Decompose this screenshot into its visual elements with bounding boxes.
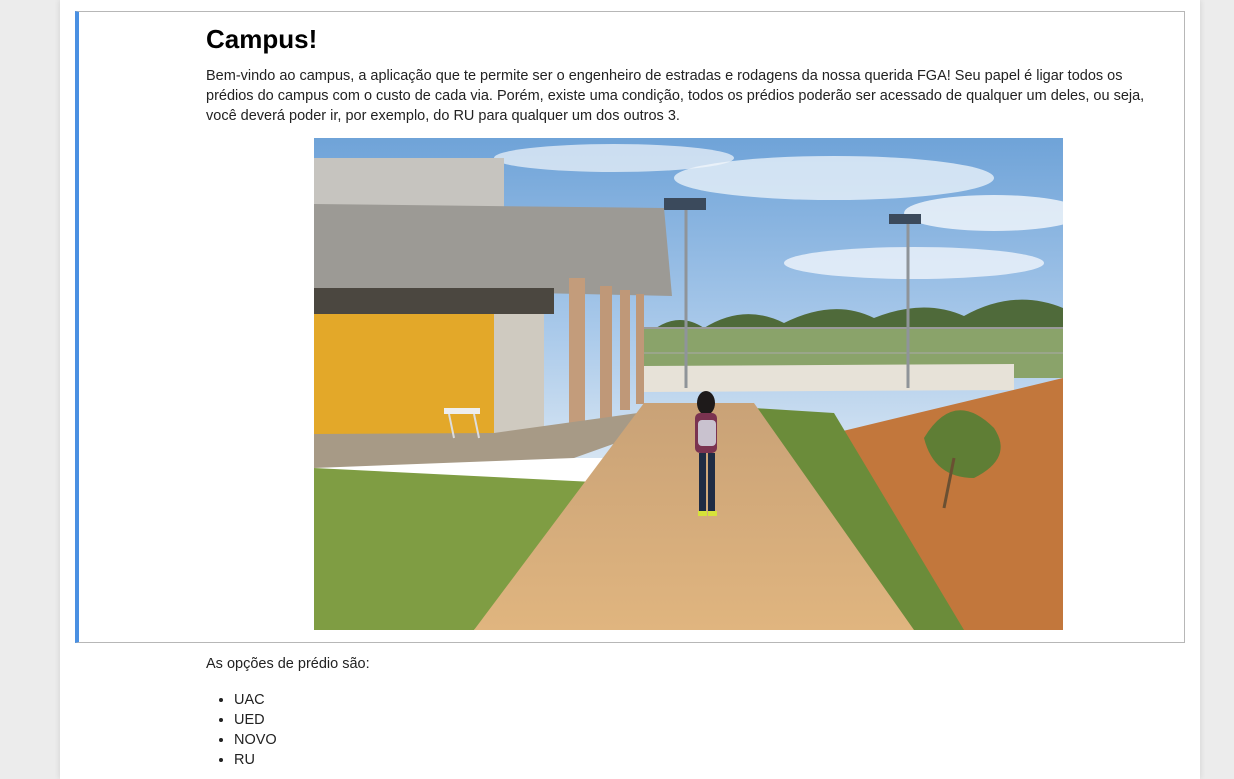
page-title: Campus! [206, 24, 318, 54]
campus-photo [314, 138, 1063, 630]
building-options-list: UAC UED NOVO RU [206, 690, 277, 770]
options-label: As opções de prédio são: [206, 656, 370, 672]
intro-paragraph: Bem-vindo ao campus, a aplicação que te … [206, 68, 1145, 124]
page-container: Campus! Bem-vindo ao campus, a aplicação… [60, 0, 1200, 779]
list-item: NOVO [234, 730, 277, 750]
list-item: UED [234, 710, 277, 730]
list-item: UAC [234, 690, 277, 710]
list-item: RU [234, 750, 277, 770]
